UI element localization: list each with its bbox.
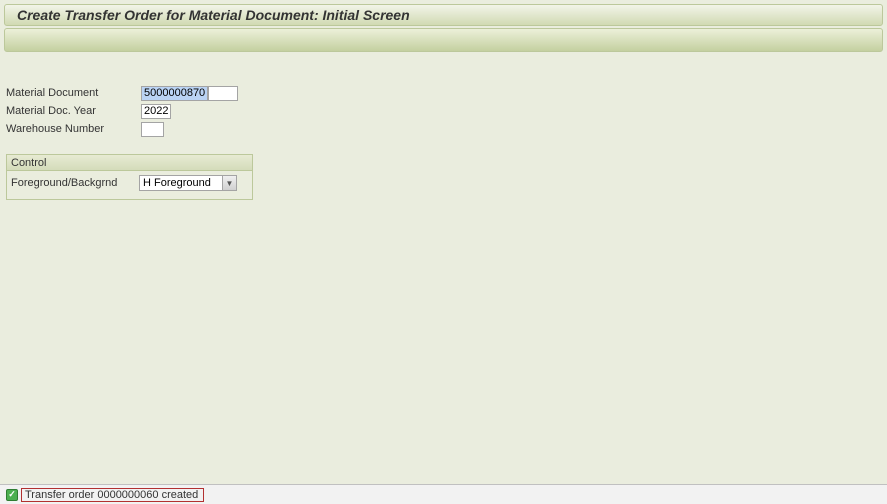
control-groupbox-body: Foreground/Backgrnd H Foreground ▼ <box>7 171 252 199</box>
chevron-down-icon: ▼ <box>222 176 236 190</box>
application-toolbar <box>4 28 883 52</box>
checkmark-icon: ✓ <box>6 489 18 501</box>
label-material-doc-year: Material Doc. Year <box>6 105 141 117</box>
material-document-input[interactable] <box>141 86 208 101</box>
status-message: Transfer order 0000000060 created <box>21 488 204 502</box>
material-doc-year-input[interactable] <box>141 104 171 119</box>
status-bar: ✓ Transfer order 0000000060 created <box>0 484 887 504</box>
material-document-ext-input[interactable] <box>208 86 238 101</box>
control-groupbox-header: Control <box>7 155 252 171</box>
row-material-doc-year: Material Doc. Year <box>6 102 887 120</box>
dropdown-value: H Foreground <box>143 177 211 189</box>
title-bar: Create Transfer Order for Material Docum… <box>4 4 883 26</box>
control-groupbox: Control Foreground/Backgrnd H Foreground… <box>6 154 253 200</box>
row-warehouse-number: Warehouse Number <box>6 120 887 138</box>
row-material-document: Material Document <box>6 84 887 102</box>
foreground-background-dropdown[interactable]: H Foreground ▼ <box>139 175 237 191</box>
content-area: Material Document Material Doc. Year War… <box>0 54 887 200</box>
warehouse-number-input[interactable] <box>141 122 164 137</box>
label-foreground-background: Foreground/Backgrnd <box>11 177 139 189</box>
page-title: Create Transfer Order for Material Docum… <box>17 7 410 23</box>
label-warehouse-number: Warehouse Number <box>6 123 141 135</box>
label-material-document: Material Document <box>6 87 141 99</box>
